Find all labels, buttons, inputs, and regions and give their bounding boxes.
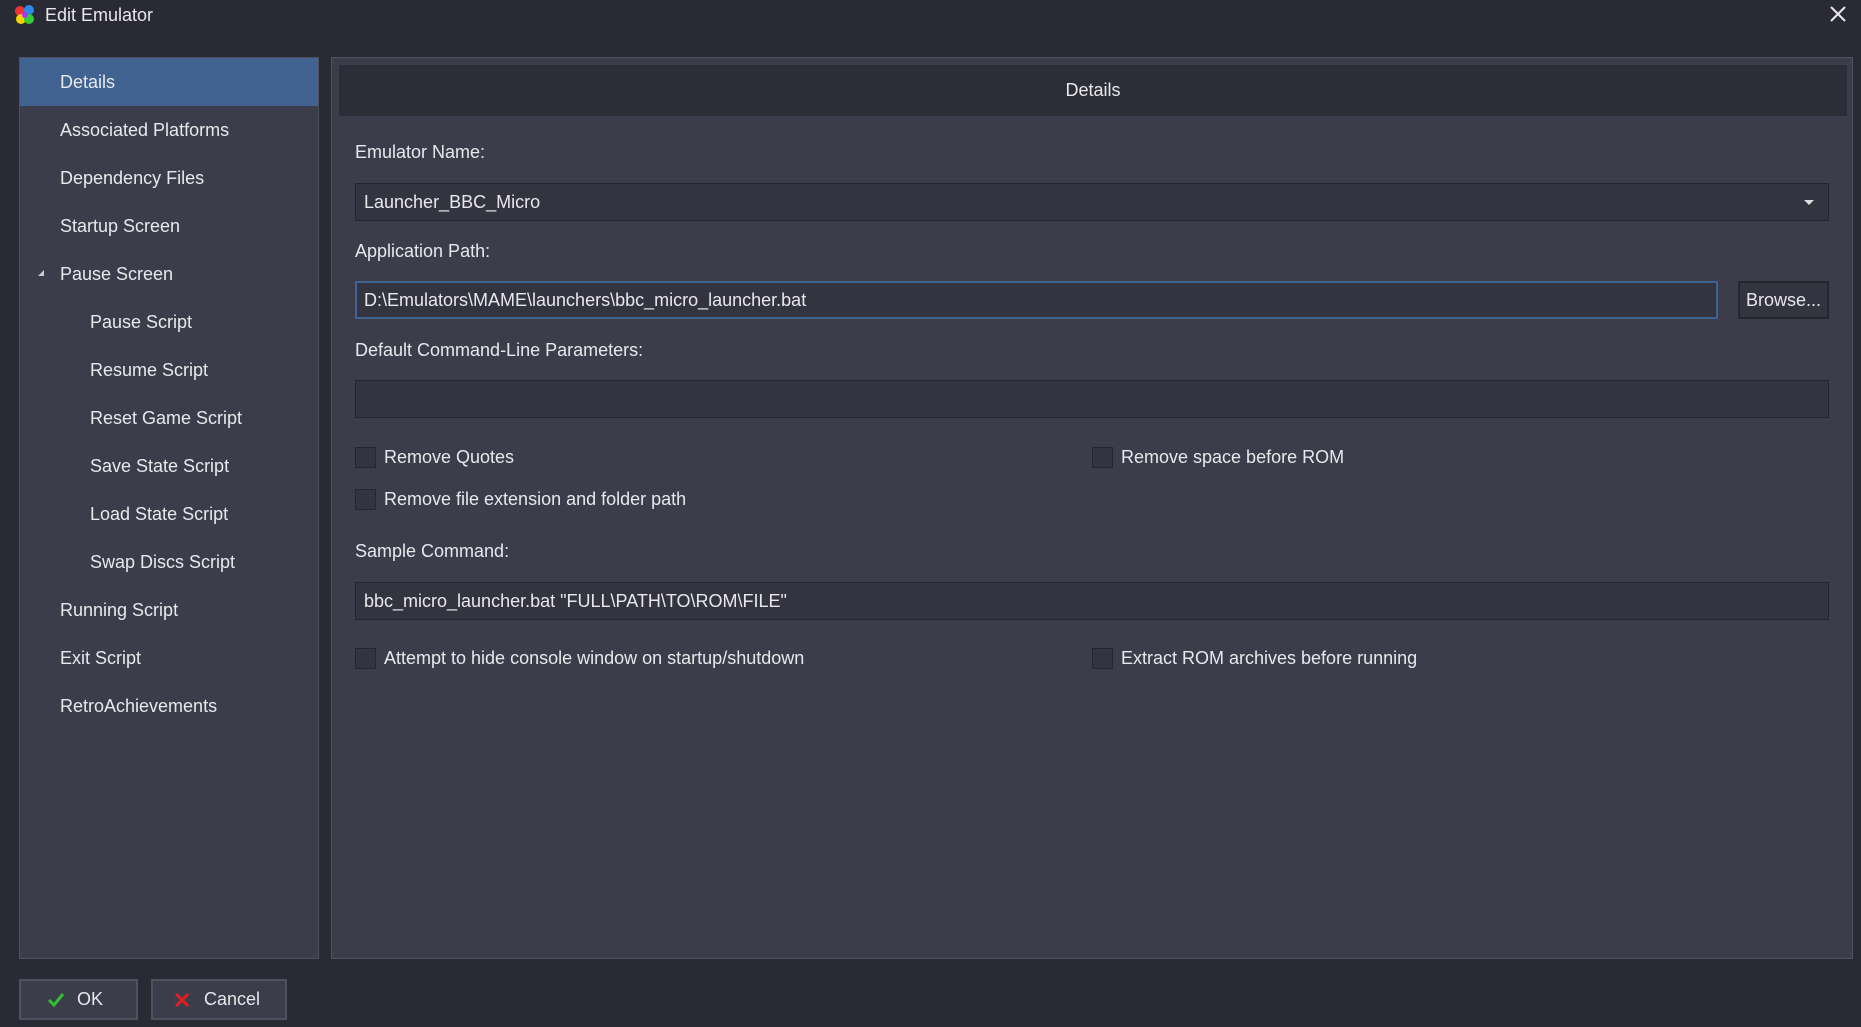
remove-space-checkbox[interactable]: Remove space before ROM [1092, 447, 1344, 468]
sample-command-label: Sample Command: [355, 540, 509, 562]
extract-rom-checkbox[interactable]: Extract ROM archives before running [1092, 648, 1417, 669]
checkbox-box[interactable] [355, 447, 376, 468]
sidebar-item-swap-discs-script[interactable]: Swap Discs Script [20, 538, 318, 586]
sidebar-item-dependency-files[interactable]: Dependency Files [20, 154, 318, 202]
sidebar-item-label: Details [60, 58, 115, 106]
sidebar-item-exit-script[interactable]: Exit Script [20, 634, 318, 682]
sidebar-item-save-state-script[interactable]: Save State Script [20, 442, 318, 490]
checkbox-label: Remove space before ROM [1121, 447, 1344, 468]
sidebar-item-label: Exit Script [60, 634, 141, 682]
ok-label: OK [77, 989, 103, 1010]
emulator-name-label: Emulator Name: [355, 141, 485, 163]
sidebar-item-reset-game-script[interactable]: Reset Game Script [20, 394, 318, 442]
emulator-name-combo[interactable]: Launcher_BBC_Micro [355, 183, 1829, 221]
sidebar-item-label: Running Script [60, 586, 178, 634]
window-title: Edit Emulator [45, 4, 153, 26]
checkbox-box[interactable] [1092, 447, 1113, 468]
remove-extension-checkbox[interactable]: Remove file extension and folder path [355, 489, 686, 510]
emulator-name-value: Launcher_BBC_Micro [364, 192, 540, 212]
sidebar-item-pause-screen[interactable]: Pause Screen [20, 250, 318, 298]
checkbox-box[interactable] [355, 489, 376, 510]
checkbox-label: Remove file extension and folder path [384, 489, 686, 510]
checkbox-label: Attempt to hide console window on startu… [384, 648, 804, 669]
sidebar-item-label: Load State Script [90, 490, 228, 538]
checkbox-box[interactable] [1092, 648, 1113, 669]
checkbox-label: Remove Quotes [384, 447, 514, 468]
sidebar-item-resume-script[interactable]: Resume Script [20, 346, 318, 394]
sidebar-item-label: Save State Script [90, 442, 229, 490]
application-path-label: Application Path: [355, 240, 490, 262]
sidebar-item-label: Startup Screen [60, 202, 180, 250]
expand-triangle-icon[interactable] [38, 270, 44, 276]
application-path-input[interactable]: D:\Emulators\MAME\launchers\bbc_micro_la… [355, 281, 1718, 319]
chevron-down-icon[interactable] [1804, 200, 1814, 205]
sample-command-field[interactable]: bbc_micro_launcher.bat "FULL\PATH\TO\ROM… [355, 582, 1829, 620]
close-icon[interactable] [1826, 2, 1850, 26]
checkbox-box[interactable] [355, 648, 376, 669]
cross-icon [174, 992, 190, 1008]
sidebar-item-retroachievements[interactable]: RetroAchievements [20, 682, 318, 730]
params-input[interactable] [355, 380, 1829, 418]
sidebar-item-running-script[interactable]: Running Script [20, 586, 318, 634]
checkbox-label: Extract ROM archives before running [1121, 648, 1417, 669]
sidebar-item-label: Dependency Files [60, 154, 204, 202]
sidebar-item-label: Associated Platforms [60, 106, 229, 154]
browse-button[interactable]: Browse... [1738, 281, 1829, 319]
hide-console-checkbox[interactable]: Attempt to hide console window on startu… [355, 648, 804, 669]
remove-quotes-checkbox[interactable]: Remove Quotes [355, 447, 514, 468]
params-label: Default Command-Line Parameters: [355, 339, 643, 361]
cancel-label: Cancel [204, 989, 260, 1010]
checkmark-icon [47, 992, 65, 1008]
sidebar-item-label: Reset Game Script [90, 394, 242, 442]
sidebar-item-label: Swap Discs Script [90, 538, 235, 586]
panel-header: Details [339, 65, 1847, 116]
sidebar-item-pause-script[interactable]: Pause Script [20, 298, 318, 346]
app-logo-icon [14, 4, 36, 26]
sidebar-item-details[interactable]: Details [20, 58, 318, 106]
sidebar-item-associated-platforms[interactable]: Associated Platforms [20, 106, 318, 154]
ok-button[interactable]: OK [19, 979, 138, 1020]
sidebar-item-load-state-script[interactable]: Load State Script [20, 490, 318, 538]
sidebar-item-label: Pause Screen [60, 250, 173, 298]
sidebar-item-label: Pause Script [90, 298, 192, 346]
sidebar-item-label: RetroAchievements [60, 682, 217, 730]
sidebar: Details Associated Platforms Dependency … [19, 57, 319, 959]
sidebar-item-startup-screen[interactable]: Startup Screen [20, 202, 318, 250]
cancel-button[interactable]: Cancel [151, 979, 287, 1020]
sidebar-item-label: Resume Script [90, 346, 208, 394]
